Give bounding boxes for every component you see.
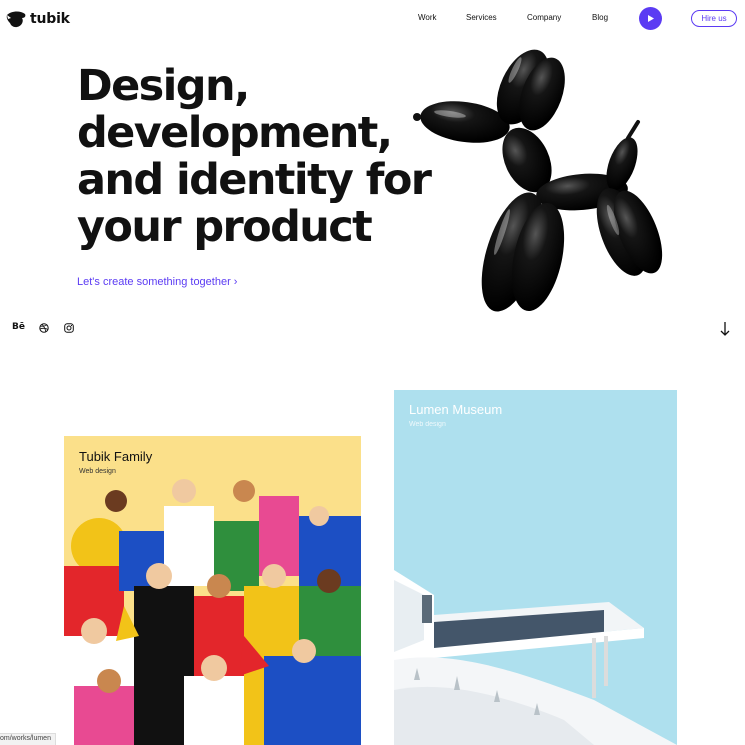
- hero-title: Design, development, and identity for yo…: [77, 61, 432, 252]
- nav-item-services[interactable]: Services: [466, 13, 497, 22]
- card-title: Lumen Museum: [409, 402, 503, 417]
- hero-title-line: Design,: [77, 61, 250, 111]
- hero-title-line: and identity for: [77, 155, 432, 205]
- hero-cta-link[interactable]: Let's create something together ›: [77, 276, 237, 288]
- project-card-lumen-museum[interactable]: Lumen Museum Web design: [394, 390, 677, 745]
- brand-logo[interactable]: tubik: [5, 8, 70, 30]
- card-title: Tubik Family: [79, 449, 153, 464]
- status-bar-url: om/works/lumen: [0, 733, 56, 745]
- family-crowd-illustration: [64, 479, 361, 745]
- hire-us-button[interactable]: Hire us: [691, 10, 737, 27]
- project-card-tubik-family[interactable]: Tubik Family Web design: [64, 436, 361, 745]
- card-subtitle: Web design: [409, 421, 446, 428]
- dribbble-icon[interactable]: [39, 323, 49, 333]
- instagram-icon[interactable]: [64, 323, 74, 333]
- nav-item-work[interactable]: Work: [418, 13, 437, 22]
- hero-title-line: development,: [77, 108, 393, 158]
- whale-logo-icon: [6, 11, 26, 28]
- nav-item-company[interactable]: Company: [527, 13, 561, 22]
- play-icon: [648, 15, 654, 22]
- museum-building-illustration: [394, 570, 677, 745]
- balloon-dog-illustration: [413, 49, 663, 312]
- card-subtitle: Web design: [79, 468, 116, 475]
- scroll-down-arrow-icon[interactable]: [719, 321, 731, 337]
- showreel-play-button[interactable]: [639, 7, 662, 30]
- nav-item-blog[interactable]: Blog: [592, 13, 608, 22]
- brand-name: tubik: [30, 11, 70, 27]
- hero-title-line: your product: [77, 202, 373, 252]
- behance-icon[interactable]: Bē: [12, 322, 25, 332]
